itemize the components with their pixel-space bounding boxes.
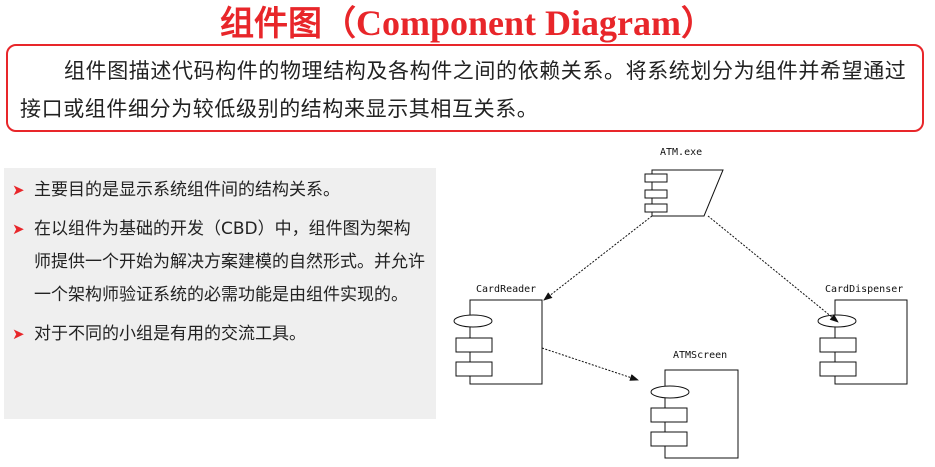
bullet-text: 对于不同的小组是有用的交流工具。 xyxy=(34,324,306,344)
bullet-text: 主要目的是显示系统组件间的结构关系。 xyxy=(34,180,340,200)
component-atmscreen: ATMScreen xyxy=(650,350,739,459)
component-tab xyxy=(455,361,493,377)
arrow-bullet-icon: ➤ xyxy=(12,181,25,199)
interface-tab xyxy=(644,173,668,183)
dependency-arrow-atm-cardreader xyxy=(543,215,653,301)
arrow-bullet-icon: ➤ xyxy=(12,325,25,343)
dependency-arrow-atm-carddispenser xyxy=(707,215,839,323)
dependency-arrow-cardreader-atmscreen xyxy=(541,347,639,381)
arrow-bullet-icon: ➤ xyxy=(12,220,25,238)
title-close-paren: ） xyxy=(680,4,715,44)
title-english: Component Diagram xyxy=(356,3,681,43)
component-tab xyxy=(650,407,688,423)
bullet-item-1: ➤ 主要目的是显示系统组件间的结构关系。 xyxy=(10,174,426,207)
component-tab xyxy=(650,431,688,447)
component-diagram: ATM.exe CardReader CardDispenser ATMScre… xyxy=(453,147,908,459)
component-tab xyxy=(455,337,493,353)
component-label: CardDispenser xyxy=(825,284,903,295)
component-tab xyxy=(819,337,857,353)
component-label: CardReader xyxy=(476,284,536,295)
interface-lollipop xyxy=(650,385,690,399)
title-chinese: 组件图 xyxy=(220,4,322,44)
component-cardreader: CardReader xyxy=(453,284,543,385)
interface-lollipop xyxy=(453,314,493,328)
intro-box: 组件图描述代码构件的物理结构及各构件之间的依赖关系。将系统划分为组件并希望通过接… xyxy=(6,44,924,132)
component-atm-exe: ATM.exe xyxy=(644,147,724,217)
bullet-panel: ➤ 主要目的是显示系统组件间的结构关系。 ➤ 在以组件为基础的开发（CBD）中，… xyxy=(4,168,436,419)
bullet-text: 在以组件为基础的开发（CBD）中，组件图为架构师提供一个开始为解决方案建模的自然… xyxy=(34,219,425,305)
interface-tab xyxy=(644,203,668,213)
interface-tab xyxy=(644,189,668,199)
component-label: ATMScreen xyxy=(673,350,727,361)
title-open-paren: （ xyxy=(322,4,356,44)
component-carddispenser: CardDispenser xyxy=(817,284,908,385)
bullet-item-2: ➤ 在以组件为基础的开发（CBD）中，组件图为架构师提供一个开始为解决方案建模的… xyxy=(10,213,426,312)
bullet-item-3: ➤ 对于不同的小组是有用的交流工具。 xyxy=(10,318,426,351)
page-title: 组件图（Component Diagram） xyxy=(0,0,935,46)
component-tab xyxy=(819,361,857,377)
component-label: ATM.exe xyxy=(660,147,702,158)
